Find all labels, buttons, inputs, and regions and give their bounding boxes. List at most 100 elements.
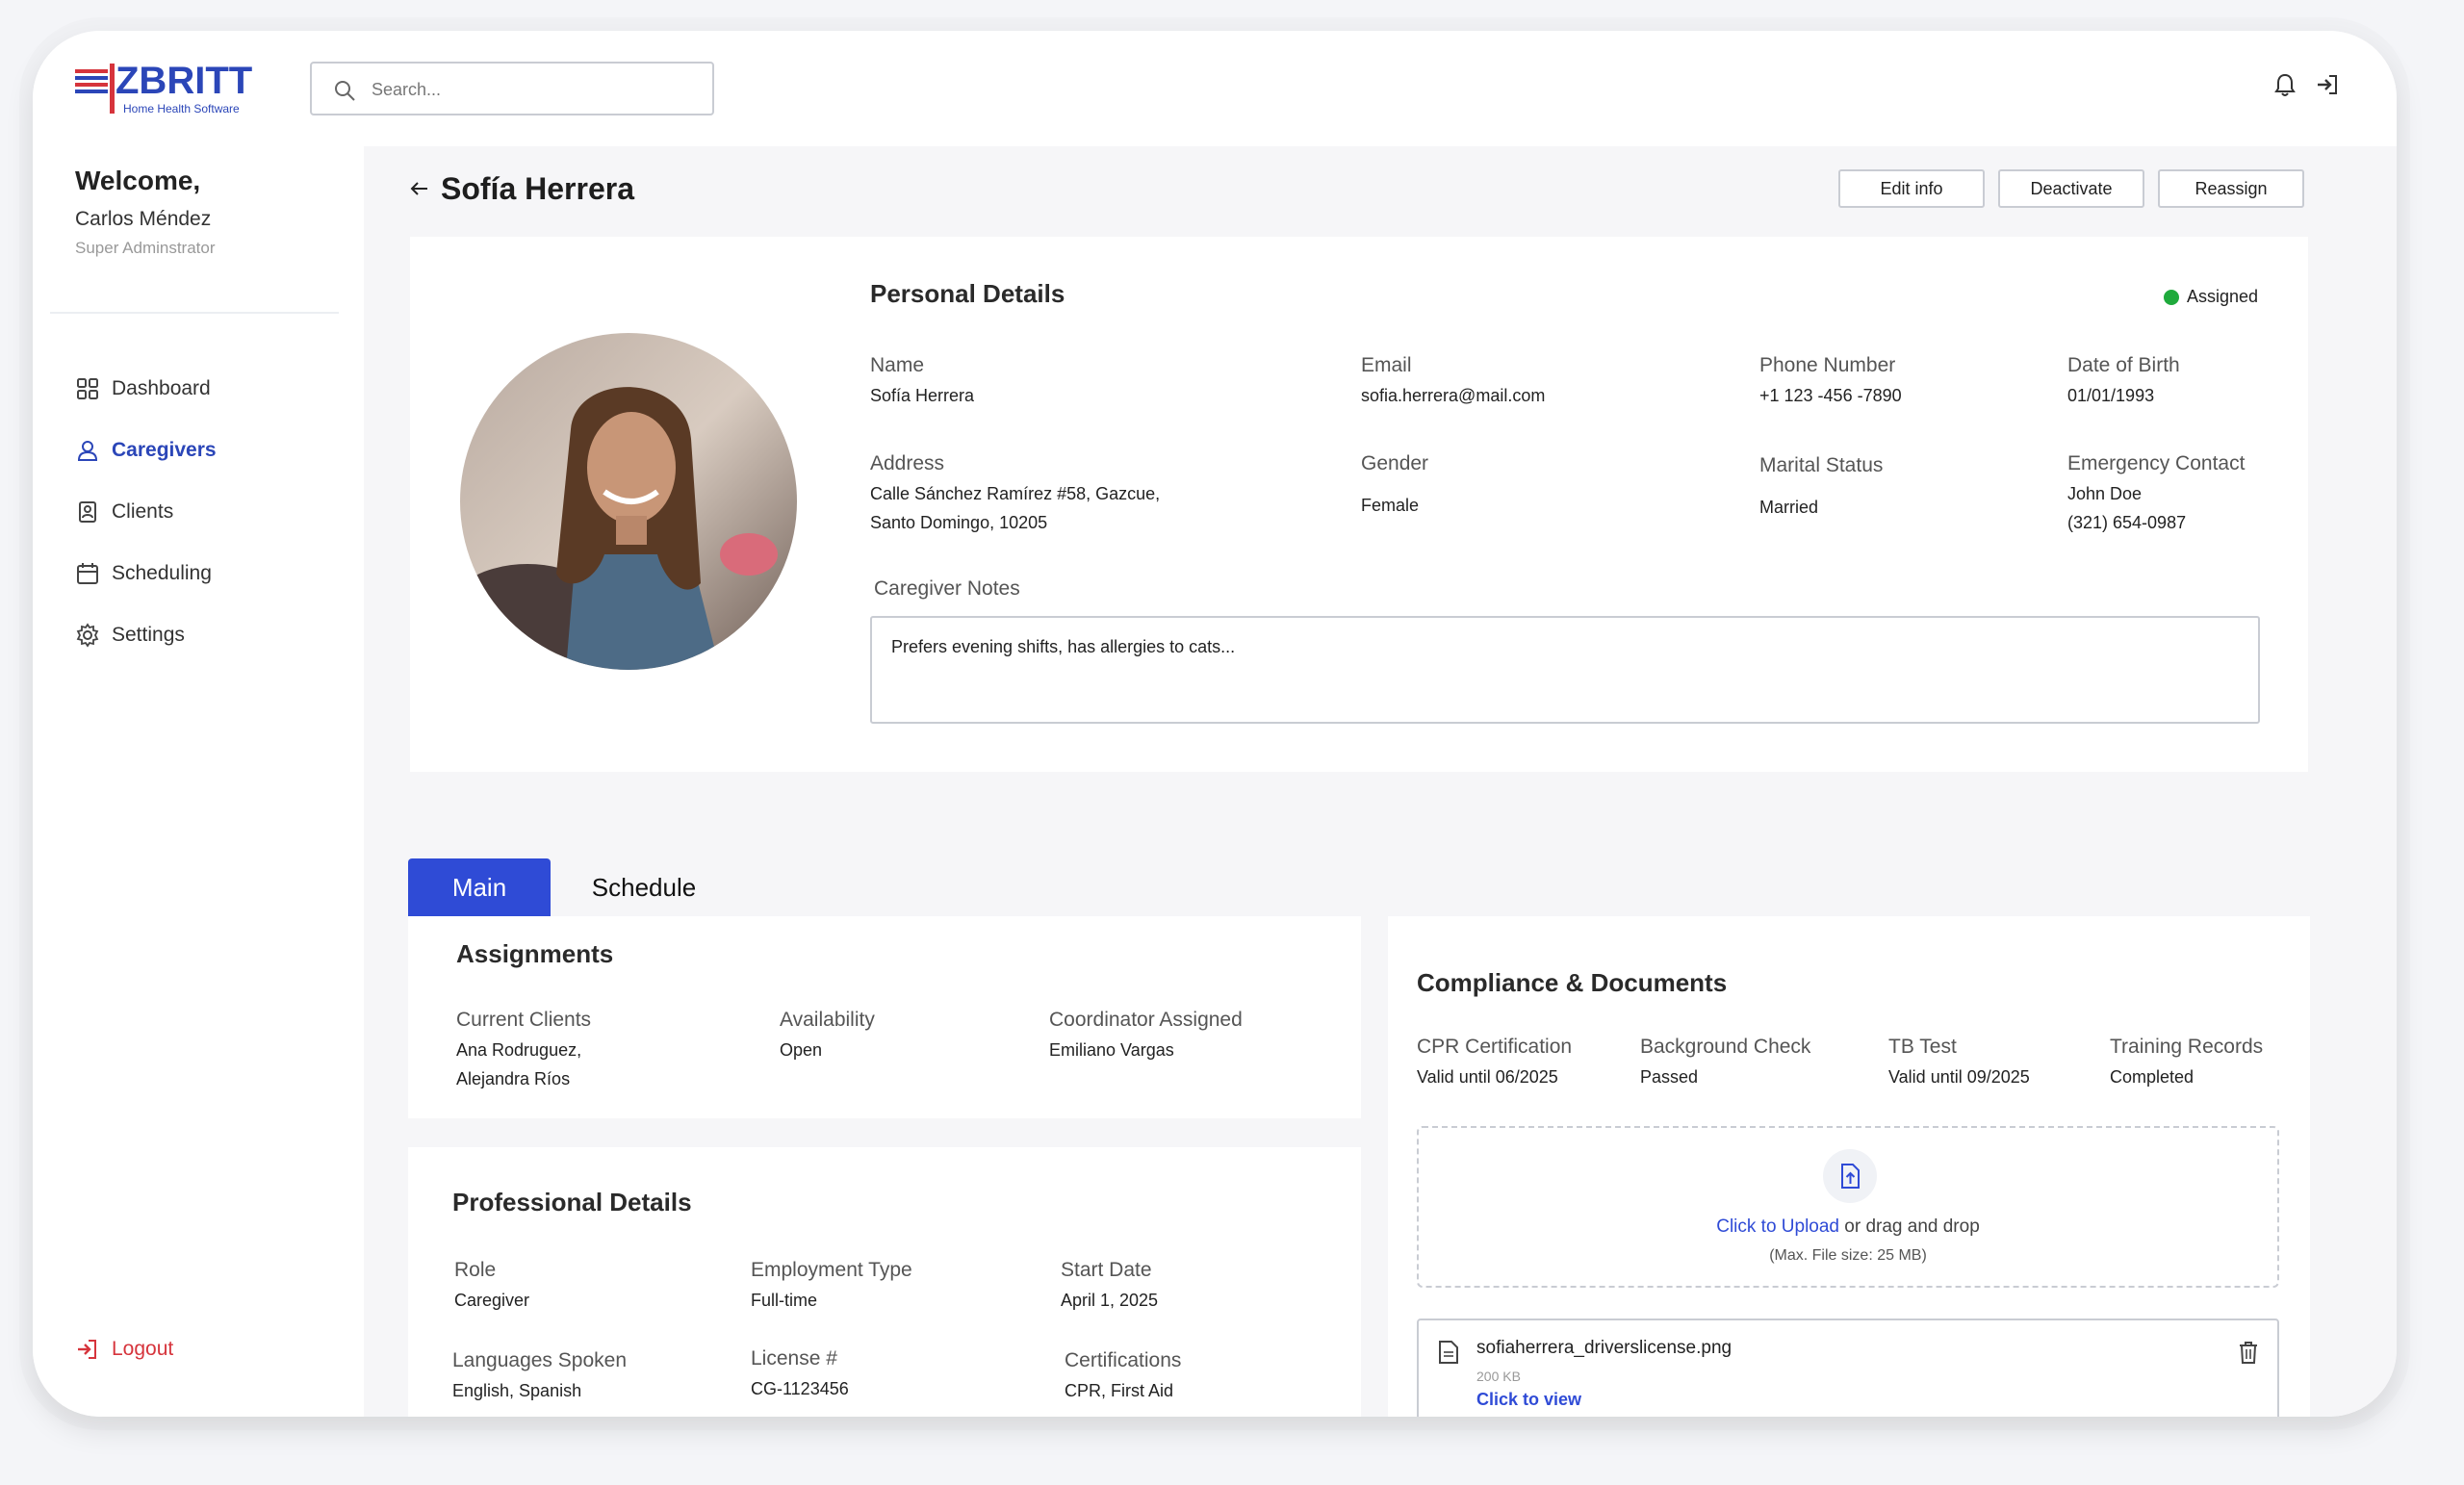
availability-label: Availability bbox=[780, 1009, 875, 1031]
upload-icon-wrap bbox=[1823, 1149, 1877, 1203]
sidebar-item-clients[interactable]: Clients bbox=[75, 493, 325, 531]
calendar-icon bbox=[77, 563, 98, 584]
tb-test-label: TB Test bbox=[1888, 1036, 1957, 1058]
client-name: Ana Rodruguez, bbox=[456, 1040, 582, 1060]
dob-value: 01/01/1993 bbox=[2067, 386, 2155, 405]
tb-test-value: Valid until 09/2025 bbox=[1888, 1067, 2030, 1087]
certifications-value: CPR, First Aid bbox=[1065, 1381, 1174, 1400]
availability-value: Open bbox=[780, 1040, 823, 1060]
file-upload-dropzone[interactable]: Click to Upload or drag and drop (Max. F… bbox=[1417, 1126, 2279, 1288]
languages-value: English, Spanish bbox=[452, 1381, 582, 1400]
app-window: ZBRITT Home Health Software Welcome, Car… bbox=[33, 31, 2397, 1417]
training-label: Training Records bbox=[2110, 1036, 2264, 1058]
deactivate-button[interactable]: Deactivate bbox=[1998, 169, 2144, 208]
gender-value: Female bbox=[1361, 496, 1420, 515]
sidebar-item-settings[interactable]: Settings bbox=[75, 616, 325, 654]
current-clients-label: Current Clients bbox=[456, 1009, 592, 1031]
tab-main[interactable]: Main bbox=[408, 858, 551, 916]
email-value: sofia.herrera@mail.com bbox=[1361, 386, 1546, 405]
trash-icon[interactable] bbox=[2237, 1340, 2260, 1365]
email-label: Email bbox=[1361, 354, 1412, 376]
sidebar-item-label: Clients bbox=[112, 500, 174, 523]
reassign-button[interactable]: Reassign bbox=[2158, 169, 2304, 208]
tab-schedule[interactable]: Schedule bbox=[562, 858, 726, 916]
address-line2: Santo Domingo, 10205 bbox=[870, 513, 1048, 532]
assignments-card: Assignments Current Clients Ana Rodrugue… bbox=[408, 916, 1361, 1118]
certifications-label: Certifications bbox=[1065, 1349, 1182, 1371]
professional-title: Professional Details bbox=[452, 1188, 692, 1216]
click-to-upload-link[interactable]: Click to Upload bbox=[1716, 1216, 1839, 1237]
sidebar-item-scheduling[interactable]: Scheduling bbox=[75, 554, 325, 593]
upload-instruction: Click to Upload or drag and drop bbox=[1419, 1216, 2277, 1238]
upload-instruction-rest: or drag and drop bbox=[1839, 1216, 1980, 1237]
click-to-view-link[interactable]: Click to view bbox=[1476, 1390, 1581, 1410]
cpr-label: CPR Certification bbox=[1417, 1036, 1573, 1058]
sidebar-divider bbox=[50, 312, 339, 314]
person-icon bbox=[77, 441, 98, 461]
arrow-left-icon[interactable] bbox=[408, 177, 431, 200]
license-label: License # bbox=[751, 1347, 837, 1370]
uploaded-file-item: sofiaherrera_driverslicense.png 200 KB C… bbox=[1417, 1319, 2279, 1417]
sidebar-item-caregivers[interactable]: Caregivers bbox=[75, 431, 325, 470]
start-date-value: April 1, 2025 bbox=[1061, 1291, 1159, 1310]
status-text: Assigned bbox=[2186, 287, 2258, 306]
phone-value: +1 123 -456 -7890 bbox=[1759, 386, 1902, 405]
status-dot bbox=[2163, 289, 2179, 305]
sidebar-item-label: Scheduling bbox=[112, 562, 212, 584]
logout-label: Logout bbox=[112, 1338, 174, 1360]
file-size: 200 KB bbox=[1476, 1369, 1521, 1384]
gear-icon bbox=[76, 623, 99, 648]
caregiver-notes-field[interactable]: Prefers evening shifts, has allergies to… bbox=[870, 616, 2260, 724]
page-header: Sofía Herrera bbox=[408, 169, 634, 208]
document-icon bbox=[1439, 1341, 1458, 1364]
grid-icon bbox=[77, 378, 98, 399]
status-badge: Assigned bbox=[2163, 287, 2258, 307]
assignments-title: Assignments bbox=[456, 939, 614, 968]
notes-label: Caregiver Notes bbox=[874, 577, 1020, 600]
name-value: Sofía Herrera bbox=[870, 386, 975, 405]
file-name: sofiaherrera_driverslicense.png bbox=[1476, 1338, 1732, 1358]
employment-value: Full-time bbox=[751, 1291, 818, 1310]
logout-header-icon[interactable] bbox=[2314, 71, 2341, 98]
start-date-label: Start Date bbox=[1061, 1259, 1152, 1281]
top-header: ZBRITT Home Health Software bbox=[33, 31, 2397, 146]
bell-icon[interactable] bbox=[2272, 71, 2298, 98]
name-label: Name bbox=[870, 354, 925, 376]
languages-label: Languages Spoken bbox=[452, 1349, 627, 1371]
emergency-label: Emergency Contact bbox=[2067, 452, 2246, 474]
search-input[interactable] bbox=[372, 73, 699, 106]
brand-logo[interactable]: ZBRITT Home Health Software bbox=[75, 60, 258, 119]
coordinator-value: Emiliano Vargas bbox=[1049, 1040, 1174, 1060]
brand-tagline: Home Health Software bbox=[123, 102, 240, 115]
user-role: Super Adminstrator bbox=[75, 239, 216, 257]
avatar bbox=[460, 333, 797, 670]
employment-label: Employment Type bbox=[751, 1259, 912, 1281]
profile-photo bbox=[460, 333, 797, 670]
file-upload-icon bbox=[1841, 1164, 1860, 1189]
sidebar-item-label: Settings bbox=[112, 624, 185, 646]
personal-details-title: Personal Details bbox=[870, 279, 1065, 308]
phone-label: Phone Number bbox=[1759, 354, 1896, 376]
address-line1: Calle Sánchez Ramírez #58, Gazcue, bbox=[870, 484, 1161, 503]
marital-value: Married bbox=[1759, 498, 1819, 517]
logout-button[interactable]: Logout bbox=[75, 1330, 173, 1369]
search-box[interactable] bbox=[310, 62, 714, 115]
page-title: Sofía Herrera bbox=[441, 170, 634, 206]
training-value: Completed bbox=[2110, 1067, 2194, 1087]
logo-bar bbox=[110, 64, 115, 114]
role-value: Caregiver bbox=[454, 1291, 530, 1310]
emergency-phone: (321) 654-0987 bbox=[2067, 513, 2187, 532]
address-label: Address bbox=[870, 452, 945, 474]
background-check-value: Passed bbox=[1640, 1067, 1699, 1087]
professional-details-card: Professional Details Role Caregiver Empl… bbox=[408, 1147, 1361, 1417]
sidebar: Welcome, Carlos Méndez Super Adminstrato… bbox=[33, 146, 364, 1417]
role-label: Role bbox=[454, 1259, 497, 1281]
welcome-text: Welcome, bbox=[75, 166, 201, 195]
logout-icon bbox=[78, 1340, 96, 1359]
edit-info-button[interactable]: Edit info bbox=[1838, 169, 1985, 208]
emergency-name: John Doe bbox=[2067, 484, 2143, 503]
sidebar-item-dashboard[interactable]: Dashboard bbox=[75, 370, 325, 408]
license-value: CG-1123456 bbox=[751, 1379, 849, 1398]
coordinator-label: Coordinator Assigned bbox=[1049, 1009, 1243, 1031]
brand-name: ZBRITT bbox=[116, 60, 253, 102]
